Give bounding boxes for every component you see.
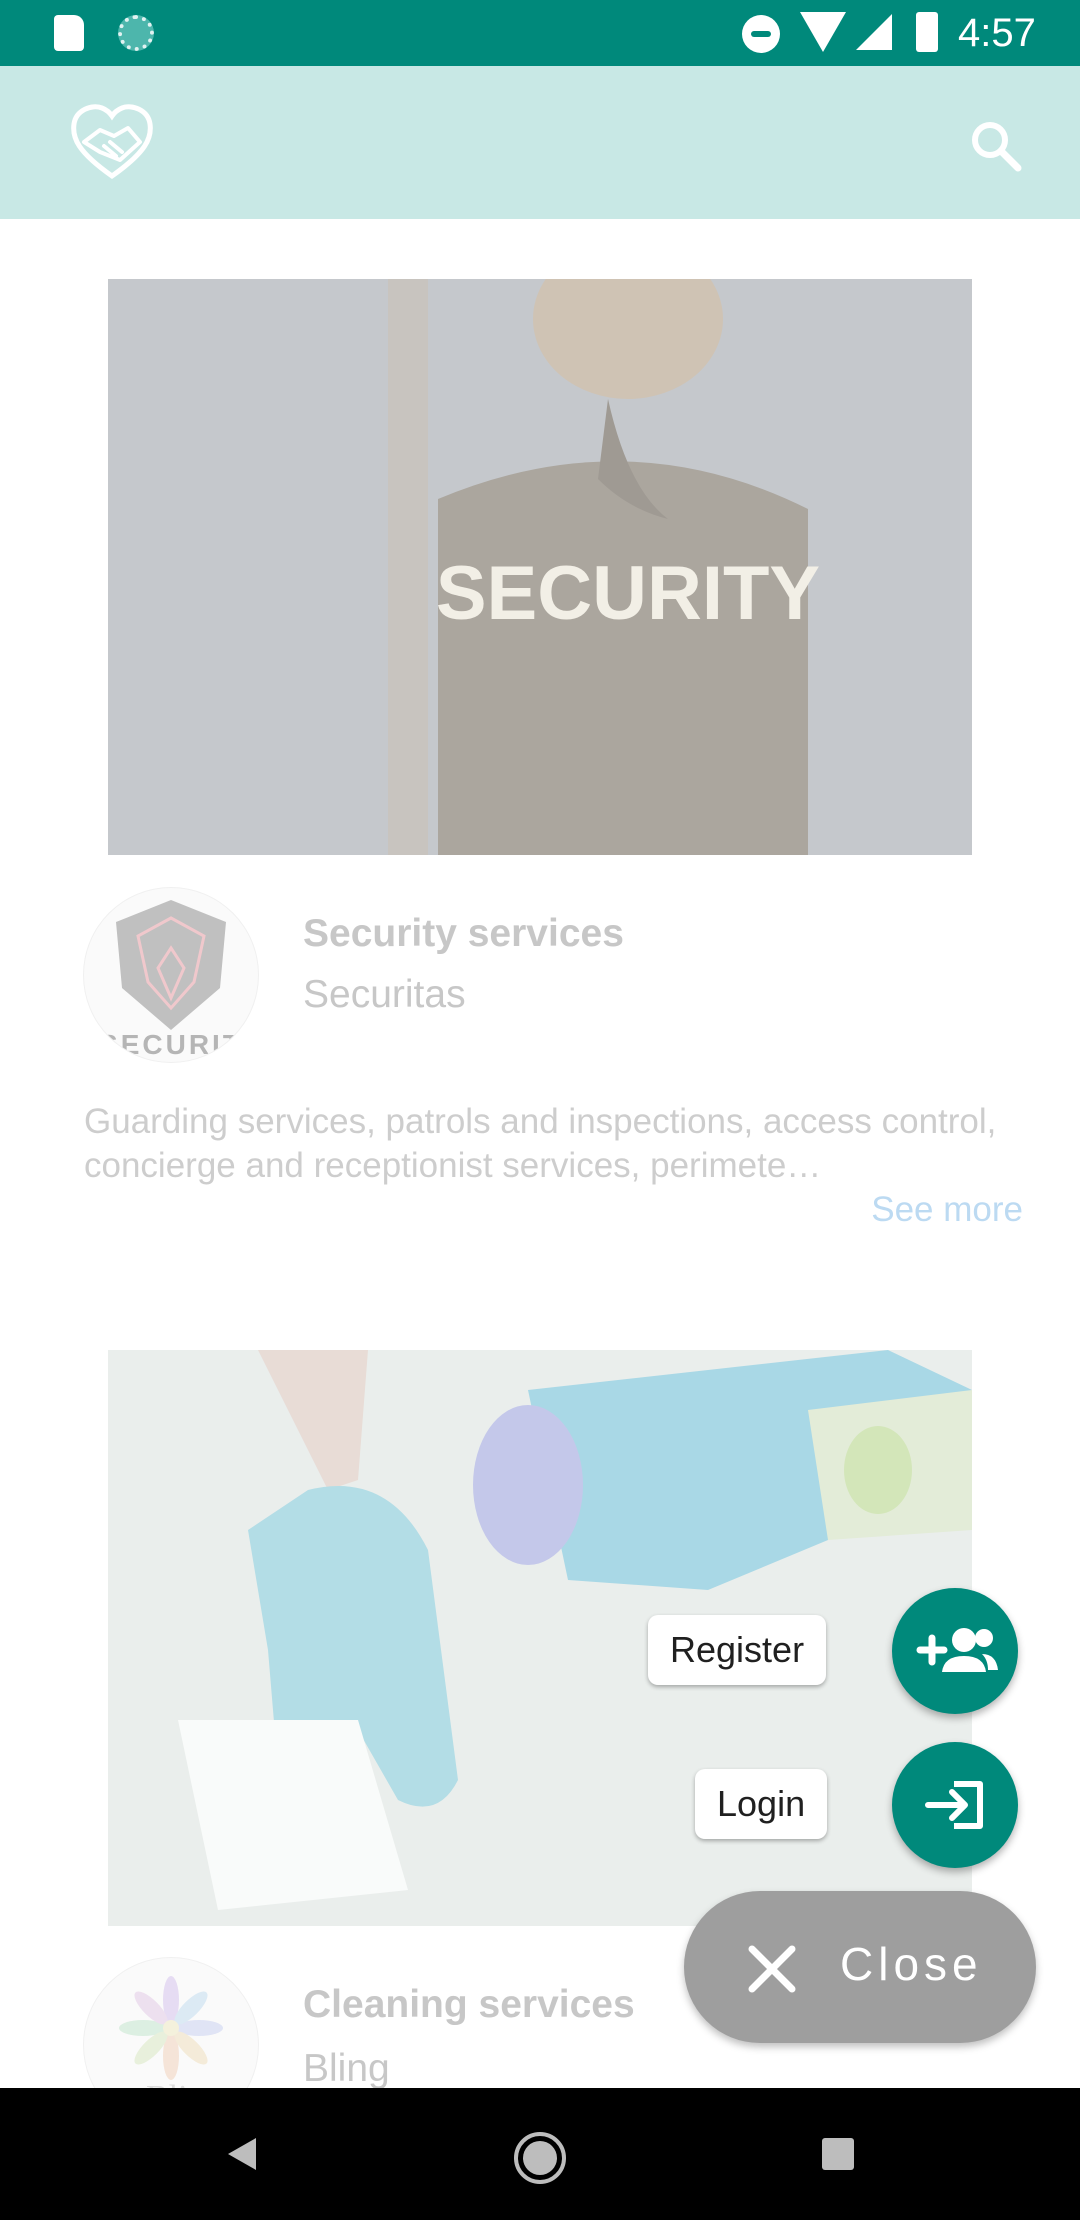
back-icon[interactable] (222, 2134, 262, 2174)
securitas-avatar[interactable]: SECURIT (84, 888, 258, 1062)
security-card-description: Guarding services, patrols and inspectio… (84, 1102, 997, 1185)
cell-signal-icon (856, 14, 892, 50)
see-more-link[interactable]: See more (871, 1190, 1023, 1230)
cleaning-card-image[interactable] (108, 1350, 972, 1926)
login-fab[interactable] (892, 1742, 1018, 1868)
wifi-icon (800, 12, 846, 52)
cleaning-card-company: Bling (303, 2047, 390, 2090)
home-icon[interactable] (512, 2130, 568, 2186)
status-time: 4:57 (958, 11, 1036, 55)
login-label[interactable]: Login (695, 1769, 828, 1839)
close-label: Close (840, 1938, 983, 1990)
navigation-bar (0, 2088, 1080, 2220)
app-bar (0, 66, 1080, 219)
sd-card-icon (54, 15, 84, 51)
register-label[interactable]: Register (648, 1615, 827, 1685)
recents-icon[interactable] (818, 2134, 858, 2174)
security-card-title: Security services (303, 912, 624, 955)
securitas-logo-text: SECURIT (99, 1029, 243, 1060)
register-fab[interactable] (892, 1588, 1018, 1714)
person-add-icon (916, 1628, 998, 1672)
sync-icon (118, 15, 154, 51)
status-bar: 4:57 (0, 0, 1080, 66)
close-fab[interactable]: Close (684, 1891, 1036, 2043)
do-not-disturb-icon (742, 15, 780, 53)
close-icon (748, 1945, 796, 1993)
security-card-image[interactable]: SECURITY (108, 279, 972, 855)
cleaning-card-title: Cleaning services (303, 1983, 635, 2026)
security-card-company: Securitas (303, 973, 466, 1016)
security-image-text: SECURITY (436, 551, 820, 636)
handshake-heart-icon[interactable] (70, 102, 154, 182)
battery-icon (916, 12, 938, 52)
login-icon (925, 1781, 983, 1829)
search-icon[interactable] (966, 116, 1026, 176)
